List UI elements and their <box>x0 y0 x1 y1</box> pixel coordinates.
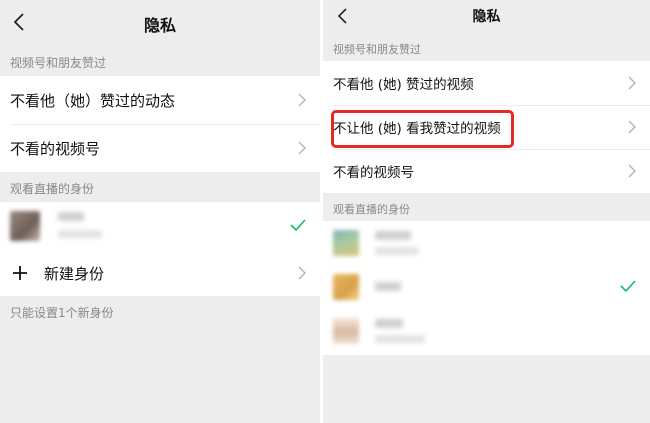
page-title: 隐私 <box>472 9 501 25</box>
plus-icon <box>13 266 27 280</box>
item-label: 不看他 (她) 赞过的视频 <box>333 77 474 93</box>
new-identity-button[interactable]: 新建身份 <box>0 250 320 296</box>
identity-option[interactable] <box>0 202 320 250</box>
identity-name-blurred <box>375 231 411 240</box>
highlight-annotation <box>331 110 514 148</box>
identity-option[interactable] <box>323 221 650 265</box>
right-privacy-screen: 隐私 视频号和朋友赞过 不看他 (她) 赞过的视频 不让他 (她) 看我赞过的视… <box>323 0 650 423</box>
checkmark-icon <box>620 280 636 293</box>
avatar <box>333 274 359 300</box>
identity-option[interactable] <box>323 265 650 309</box>
chevron-right-icon <box>628 120 636 134</box>
liked-settings-group: 不看他（她）赞过的动态 不看的视频号 <box>0 76 320 172</box>
hide-their-liked-videos-item[interactable]: 不看他 (她) 赞过的视频 <box>323 61 650 105</box>
checkmark-icon <box>290 219 306 232</box>
live-identity-group <box>323 221 650 355</box>
identity-name-blurred <box>375 282 401 291</box>
avatar <box>333 318 359 344</box>
hide-their-liked-moments-item[interactable]: 不看他（她）赞过的动态 <box>0 76 320 124</box>
identity-name-blurred <box>375 319 403 328</box>
chevron-right-icon <box>298 93 306 107</box>
hidden-channels-item[interactable]: 不看的视频号 <box>323 149 650 193</box>
chevron-right-icon <box>298 266 306 280</box>
item-label: 不看的视频号 <box>333 165 414 181</box>
identity-subtitle-blurred <box>375 247 419 255</box>
avatar <box>10 211 40 241</box>
chevron-right-icon <box>298 141 306 155</box>
avatar <box>333 230 359 256</box>
section-header-liked: 视频号和朋友赞过 <box>333 43 421 56</box>
identity-name-blurred <box>58 212 84 221</box>
section-header-live: 观看直播的身份 <box>333 203 410 216</box>
nav-bar: 隐私 <box>0 0 320 46</box>
hidden-channels-item[interactable]: 不看的视频号 <box>0 124 320 172</box>
identity-subtitle-blurred <box>375 335 425 343</box>
nav-bar: 隐私 <box>323 0 650 33</box>
item-label: 不看他（她）赞过的动态 <box>10 91 176 110</box>
identity-subtitle-blurred <box>58 230 102 238</box>
new-identity-label: 新建身份 <box>44 264 105 283</box>
chevron-right-icon <box>628 164 636 178</box>
identity-limit-note: 只能设置1个新身份 <box>10 306 114 320</box>
section-header-live: 观看直播的身份 <box>10 182 95 196</box>
left-privacy-screen: 隐私 视频号和朋友赞过 不看他（她）赞过的动态 不看的视频号 观看直播的身份 新… <box>0 0 320 423</box>
live-identity-group: 新建身份 <box>0 202 320 296</box>
section-header-liked: 视频号和朋友赞过 <box>10 56 107 70</box>
item-label: 不看的视频号 <box>10 139 101 158</box>
identity-option[interactable] <box>323 309 650 353</box>
chevron-right-icon <box>628 76 636 90</box>
page-title: 隐私 <box>143 16 176 35</box>
